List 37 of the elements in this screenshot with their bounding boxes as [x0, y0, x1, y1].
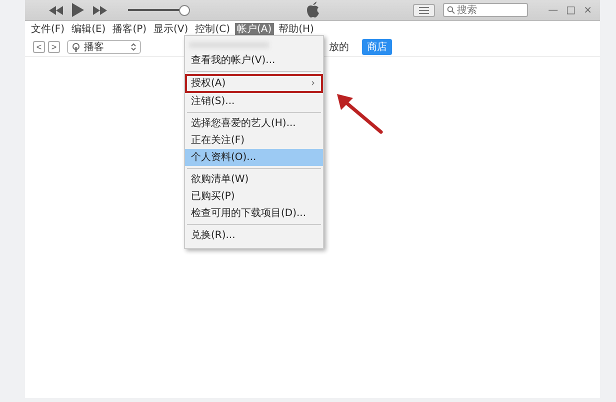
updown-icon [131, 43, 136, 51]
close-button[interactable]: × [584, 4, 592, 16]
menu-item[interactable]: 欲购清单(W) [185, 171, 323, 188]
rewind-icon[interactable] [49, 6, 63, 14]
forward-button[interactable]: > [48, 41, 60, 53]
menu-item[interactable]: 检查可用的下载项目(D)... [185, 205, 323, 222]
menu-bar-item[interactable]: 帐户(A) [234, 23, 274, 36]
fast-forward-icon[interactable] [93, 6, 107, 14]
podcast-icon [72, 42, 80, 52]
search-field[interactable]: 搜索 [443, 3, 528, 17]
menu-bar-item[interactable]: 编辑(E) [70, 23, 108, 36]
menu-item[interactable]: 正在关注(F) [185, 132, 323, 149]
menu-bar-item[interactable]: 帮助(H) [276, 23, 316, 36]
menu-item[interactable]: 注销(S)... [185, 93, 323, 110]
play-icon[interactable] [72, 3, 84, 17]
menu-bar-item[interactable]: 文件(F) [29, 23, 67, 36]
menu-item[interactable]: 个人资料(O)... [185, 149, 323, 166]
apple-logo-icon [306, 1, 320, 18]
list-view-button[interactable] [413, 4, 436, 16]
volume-slider[interactable] [128, 4, 190, 16]
source-dropdown[interactable]: 播客 [67, 40, 141, 54]
menu-bar-item[interactable]: 控制(C) [193, 23, 232, 36]
search-icon [447, 6, 456, 14]
back-button[interactable]: < [33, 41, 45, 53]
annotation-arrow [335, 92, 385, 134]
maximize-button[interactable]: □ [566, 4, 576, 16]
menu-item[interactable]: 授权(A) › [185, 74, 323, 93]
menu-bar-item[interactable]: 播客(P) [110, 23, 149, 36]
list-icon [419, 6, 430, 14]
menu-item[interactable]: 查看我的帐户(V)... [185, 52, 323, 69]
tab[interactable]: 放的 [324, 39, 354, 55]
menu-item[interactable]: 选择您喜爱的艺人(H)... [185, 115, 323, 132]
menu-item[interactable]: 已购买(P) [185, 188, 323, 205]
volume-thumb[interactable] [179, 4, 190, 16]
menu-item[interactable]: 兑换(R)... [185, 227, 323, 244]
menu-bar-item[interactable]: 显示(V) [152, 23, 190, 36]
minimize-button[interactable]: — [548, 4, 558, 16]
